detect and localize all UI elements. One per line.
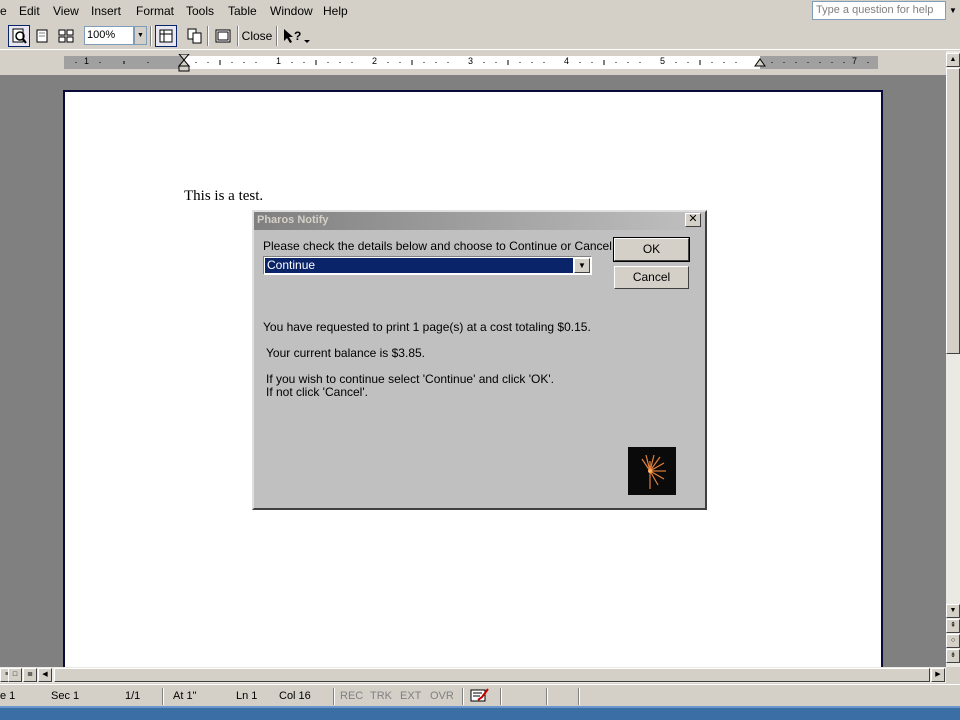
horizontal-ruler[interactable]: 1 1 2 3 4 5 7 [64, 54, 878, 72]
context-help-icon[interactable]: ? [280, 25, 312, 47]
toolbar-separator [150, 26, 152, 46]
status-separator [162, 688, 164, 705]
status-bar: e 1 Sec 1 1/1 At 1" Ln 1 Col 16 REC TRK … [0, 684, 960, 706]
cost-message: You have requested to print 1 page(s) at… [263, 320, 591, 334]
menu-file[interactable]: e [0, 4, 7, 18]
status-ovr[interactable]: OVR [430, 690, 454, 702]
menu-format[interactable]: Format [136, 4, 174, 18]
dialog-prompt: Please check the details below and choos… [263, 239, 616, 253]
close-icon[interactable]: ✕ [685, 213, 701, 227]
scroll-left-arrow-icon[interactable]: ◀ [38, 668, 52, 682]
status-separator [333, 688, 335, 705]
toolbar-separator [207, 26, 209, 46]
menu-edit[interactable]: Edit [19, 4, 40, 18]
cancel-instruction: If not click 'Cancel'. [266, 385, 368, 399]
scroll-right-arrow-icon[interactable]: ▶ [931, 668, 945, 682]
spelling-status-icon[interactable] [470, 688, 490, 706]
menu-table[interactable]: Table [228, 4, 257, 18]
help-question-input[interactable]: Type a question for help [812, 1, 946, 20]
taskbar-edge [0, 706, 960, 720]
menu-window[interactable]: Window [270, 4, 313, 18]
status-page: e 1 [0, 690, 16, 702]
ruler-number: 4 [564, 56, 570, 66]
scroll-down-arrow-icon[interactable]: ▼ [946, 604, 960, 618]
shrink-to-fit-icon[interactable] [184, 25, 206, 47]
svg-text:?: ? [294, 29, 301, 43]
status-line: Ln 1 [236, 690, 258, 702]
magnifier-icon[interactable] [8, 25, 30, 47]
menu-tools[interactable]: Tools [186, 4, 214, 18]
vertical-scroll-thumb[interactable] [946, 68, 960, 354]
balance-message: Your current balance is $3.85. [266, 346, 425, 360]
status-trk[interactable]: TRK [370, 690, 392, 702]
chevron-down-icon[interactable]: ▼ [574, 258, 590, 273]
choice-select-value[interactable]: Continue [265, 258, 573, 273]
scroll-up-arrow-icon[interactable]: ▲ [946, 53, 960, 67]
status-rec[interactable]: REC [340, 690, 363, 702]
outline-view-icon[interactable]: ≣ [23, 668, 37, 682]
full-screen-icon[interactable] [212, 25, 234, 47]
status-position: At 1" [173, 690, 197, 702]
view-ruler-icon[interactable] [155, 25, 177, 47]
menu-insert[interactable]: Insert [91, 4, 121, 18]
status-ext[interactable]: EXT [400, 690, 421, 702]
ruler-number: 7 [852, 56, 858, 66]
pharos-logo-icon [628, 447, 676, 495]
right-indent-icon[interactable] [754, 58, 766, 67]
multiple-pages-icon[interactable] [55, 25, 77, 47]
toolbar-separator [276, 26, 278, 46]
menu-view[interactable]: View [53, 4, 79, 18]
dialog-title: Pharos Notify [257, 214, 329, 226]
continue-instruction: If you wish to continue select 'Continue… [266, 372, 554, 386]
menu-help[interactable]: Help [323, 4, 348, 18]
ruler-number: 1 [276, 56, 282, 66]
status-separator [578, 688, 580, 705]
zoom-input[interactable]: 100% [84, 26, 134, 45]
cancel-button[interactable]: Cancel [614, 266, 689, 289]
close-preview-button[interactable]: Close [241, 25, 273, 47]
ruler-number: 1 [84, 56, 90, 66]
document-text[interactable]: This is a test. [184, 188, 263, 205]
web-layout-view-icon[interactable]: □ [8, 668, 22, 682]
next-page-icon[interactable]: ⇟ [946, 649, 960, 663]
ruler-number: 5 [660, 56, 666, 66]
horizontal-scroll-thumb[interactable] [54, 668, 930, 682]
status-separator [500, 688, 502, 705]
ruler-number: 3 [468, 56, 474, 66]
first-line-indent-icon[interactable] [178, 54, 190, 73]
ok-button[interactable]: OK [613, 237, 690, 262]
status-section: Sec 1 [51, 690, 80, 702]
status-column: Col 16 [279, 690, 311, 702]
ruler-number: 2 [372, 56, 378, 66]
toolbar-separator [237, 26, 239, 46]
status-separator [546, 688, 548, 705]
status-page-count: 1/1 [125, 690, 141, 702]
one-page-icon[interactable] [31, 25, 53, 47]
status-separator [462, 688, 464, 705]
select-browse-object-icon[interactable]: ○ [946, 634, 960, 648]
help-dropdown-arrow-icon[interactable]: ▼ [946, 1, 960, 20]
zoom-dropdown-arrow-icon[interactable]: ▼ [134, 26, 147, 45]
previous-page-icon[interactable]: ⇞ [946, 619, 960, 633]
